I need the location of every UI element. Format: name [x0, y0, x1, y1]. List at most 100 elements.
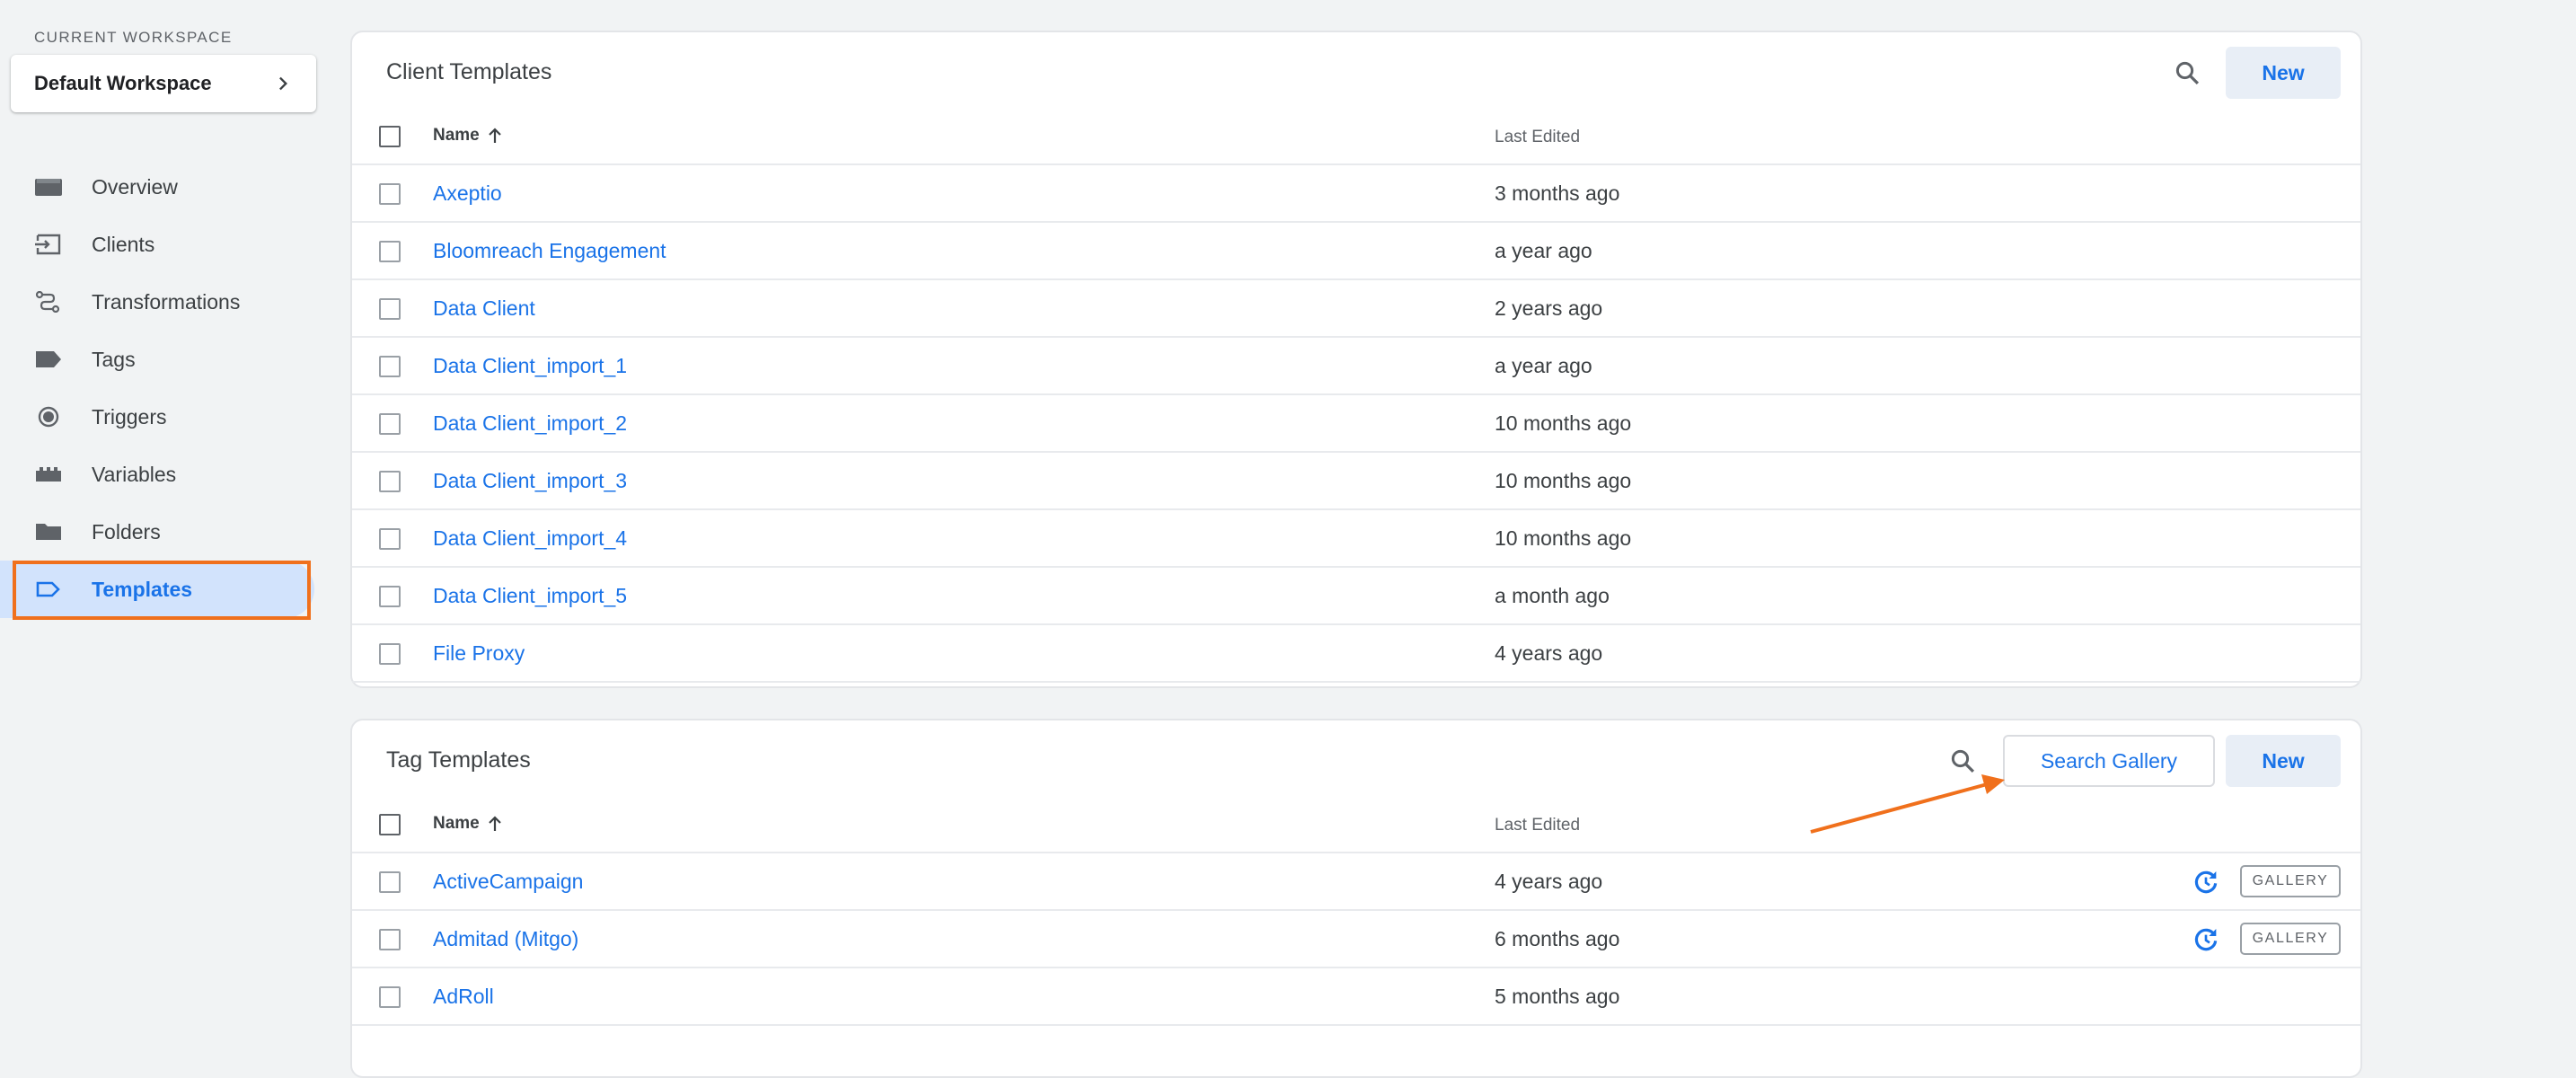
templates-icon	[36, 581, 60, 597]
gallery-badge: GALLERY	[2240, 865, 2341, 897]
sidebar-item-label: Transformations	[92, 289, 241, 314]
workspace-selector[interactable]: Default Workspace	[11, 55, 316, 112]
sidebar-item-clients[interactable]: Clients	[0, 216, 323, 273]
search-icon[interactable]	[2174, 59, 2201, 86]
table-row[interactable]: Admitad (Mitgo) 6 months ago GALLERY	[352, 911, 2360, 968]
folder-icon	[36, 524, 61, 540]
row-checkbox[interactable]	[379, 643, 401, 665]
new-client-template-button[interactable]: New	[2226, 47, 2341, 99]
last-edited-value: 10 months ago	[1495, 469, 1632, 492]
row-checkbox[interactable]	[379, 356, 401, 377]
sort-ascending-icon	[488, 816, 501, 831]
transformations-icon	[35, 291, 60, 313]
row-checkbox[interactable]	[379, 471, 401, 492]
table-row[interactable]: Data Client_import_2 10 months ago	[352, 395, 2360, 453]
row-checkbox[interactable]	[379, 298, 401, 320]
template-name-link[interactable]: File Proxy	[433, 641, 525, 666]
last-edited-value: a month ago	[1495, 584, 1610, 607]
row-checkbox[interactable]	[379, 241, 401, 262]
sidebar-item-triggers[interactable]: Triggers	[0, 388, 323, 446]
name-column-header[interactable]: Name	[433, 126, 503, 146]
table-row[interactable]: Data Client_import_4 10 months ago	[352, 510, 2360, 568]
table-row[interactable]: Bloomreach Engagement a year ago	[352, 223, 2360, 280]
sidebar-item-templates[interactable]: Templates	[0, 561, 314, 620]
last-edited-value: a year ago	[1495, 354, 1592, 377]
row-checkbox[interactable]	[379, 871, 401, 893]
overview-icon	[35, 179, 62, 196]
last-edited-value: 4 years ago	[1495, 870, 1603, 893]
update-available-icon[interactable]	[2192, 925, 2220, 954]
workspace-name: Default Workspace	[34, 72, 212, 94]
table-row[interactable]: Axeptio 3 months ago	[352, 165, 2360, 223]
sort-ascending-icon	[488, 128, 501, 143]
sidebar-item-variables[interactable]: Variables	[0, 446, 323, 503]
template-name-link[interactable]: AdRoll	[433, 985, 494, 1009]
sidebar: CURRENT WORKSPACE Default Workspace Over…	[0, 0, 323, 1042]
table-header: Name Last Edited	[352, 796, 2360, 853]
table-row[interactable]: Data Client_import_3 10 months ago	[352, 453, 2360, 510]
sidebar-item-label: Triggers	[92, 404, 167, 429]
row-checkbox[interactable]	[379, 586, 401, 607]
clients-icon	[35, 234, 61, 255]
sidebar-item-label: Overview	[92, 174, 178, 199]
sidebar-item-transformations[interactable]: Transformations	[0, 273, 323, 331]
card-title: Tag Templates	[386, 747, 531, 773]
client-templates-card: Client Templates New Name Last Edited Ax…	[350, 31, 2362, 688]
sidebar-item-tags[interactable]: Tags	[0, 331, 323, 388]
table-header: Name Last Edited	[352, 108, 2360, 165]
last-edited-column-header: Last Edited	[1495, 816, 1581, 835]
sidebar-item-label: Clients	[92, 232, 155, 256]
table-row[interactable]: Data Client 2 years ago	[352, 280, 2360, 338]
template-name-link[interactable]: Data Client_import_1	[433, 354, 627, 378]
template-name-link[interactable]: ActiveCampaign	[433, 870, 583, 894]
search-gallery-button[interactable]: Search Gallery	[2003, 735, 2215, 787]
template-name-link[interactable]: Axeptio	[433, 181, 502, 206]
last-edited-column-header: Last Edited	[1495, 128, 1581, 146]
row-checkbox[interactable]	[379, 413, 401, 435]
sidebar-item-folders[interactable]: Folders	[0, 503, 323, 561]
sidebar-nav: Overview Clients Transformations Tags Tr…	[0, 158, 323, 620]
table-row[interactable]: AdRoll 5 months ago	[352, 968, 2360, 1026]
tag-templates-card: Tag Templates Search Gallery New Name La…	[350, 719, 2362, 1078]
row-checkbox[interactable]	[379, 528, 401, 550]
table-row[interactable]: ActiveCampaign 4 years ago GALLERY	[352, 853, 2360, 911]
last-edited-value: 4 years ago	[1495, 641, 1603, 665]
gallery-badge: GALLERY	[2240, 923, 2341, 955]
trigger-icon	[38, 406, 59, 428]
template-name-link[interactable]: Data Client_import_2	[433, 411, 627, 436]
last-edited-value: 6 months ago	[1495, 927, 1620, 950]
name-column-header[interactable]: Name	[433, 814, 503, 834]
template-name-link[interactable]: Data Client_import_3	[433, 469, 627, 493]
select-all-checkbox[interactable]	[379, 126, 401, 147]
last-edited-value: 2 years ago	[1495, 296, 1603, 320]
template-name-link[interactable]: Bloomreach Engagement	[433, 239, 666, 263]
row-checkbox[interactable]	[379, 929, 401, 950]
last-edited-value: 10 months ago	[1495, 411, 1632, 435]
table-row[interactable]: Data Client_import_1 a year ago	[352, 338, 2360, 395]
workspace-label: CURRENT WORKSPACE	[34, 29, 233, 46]
row-checkbox[interactable]	[379, 183, 401, 205]
template-name-link[interactable]: Admitad (Mitgo)	[433, 927, 578, 951]
sidebar-item-label: Tags	[92, 347, 136, 371]
last-edited-value: 5 months ago	[1495, 985, 1620, 1008]
update-available-icon[interactable]	[2192, 868, 2220, 897]
last-edited-value: 10 months ago	[1495, 526, 1632, 550]
row-checkbox[interactable]	[379, 986, 401, 1008]
select-all-checkbox[interactable]	[379, 814, 401, 835]
template-name-link[interactable]: Data Client_import_4	[433, 526, 627, 551]
new-tag-template-button[interactable]: New	[2226, 735, 2341, 787]
search-icon[interactable]	[1949, 747, 1976, 774]
sidebar-item-overview[interactable]: Overview	[0, 158, 323, 216]
last-edited-value: a year ago	[1495, 239, 1592, 262]
template-name-link[interactable]: Data Client	[433, 296, 535, 321]
template-name-link[interactable]: Data Client_import_5	[433, 584, 627, 608]
last-edited-value: 3 months ago	[1495, 181, 1620, 205]
tag-icon	[36, 351, 61, 367]
variables-icon	[36, 467, 61, 482]
table-row[interactable]: Data Client_import_5 a month ago	[352, 568, 2360, 625]
column-label: Name	[433, 814, 480, 833]
card-title: Client Templates	[386, 59, 552, 84]
table-row[interactable]: File Proxy 4 years ago	[352, 625, 2360, 683]
sidebar-item-label: Templates	[92, 577, 193, 601]
column-label: Name	[433, 126, 480, 145]
